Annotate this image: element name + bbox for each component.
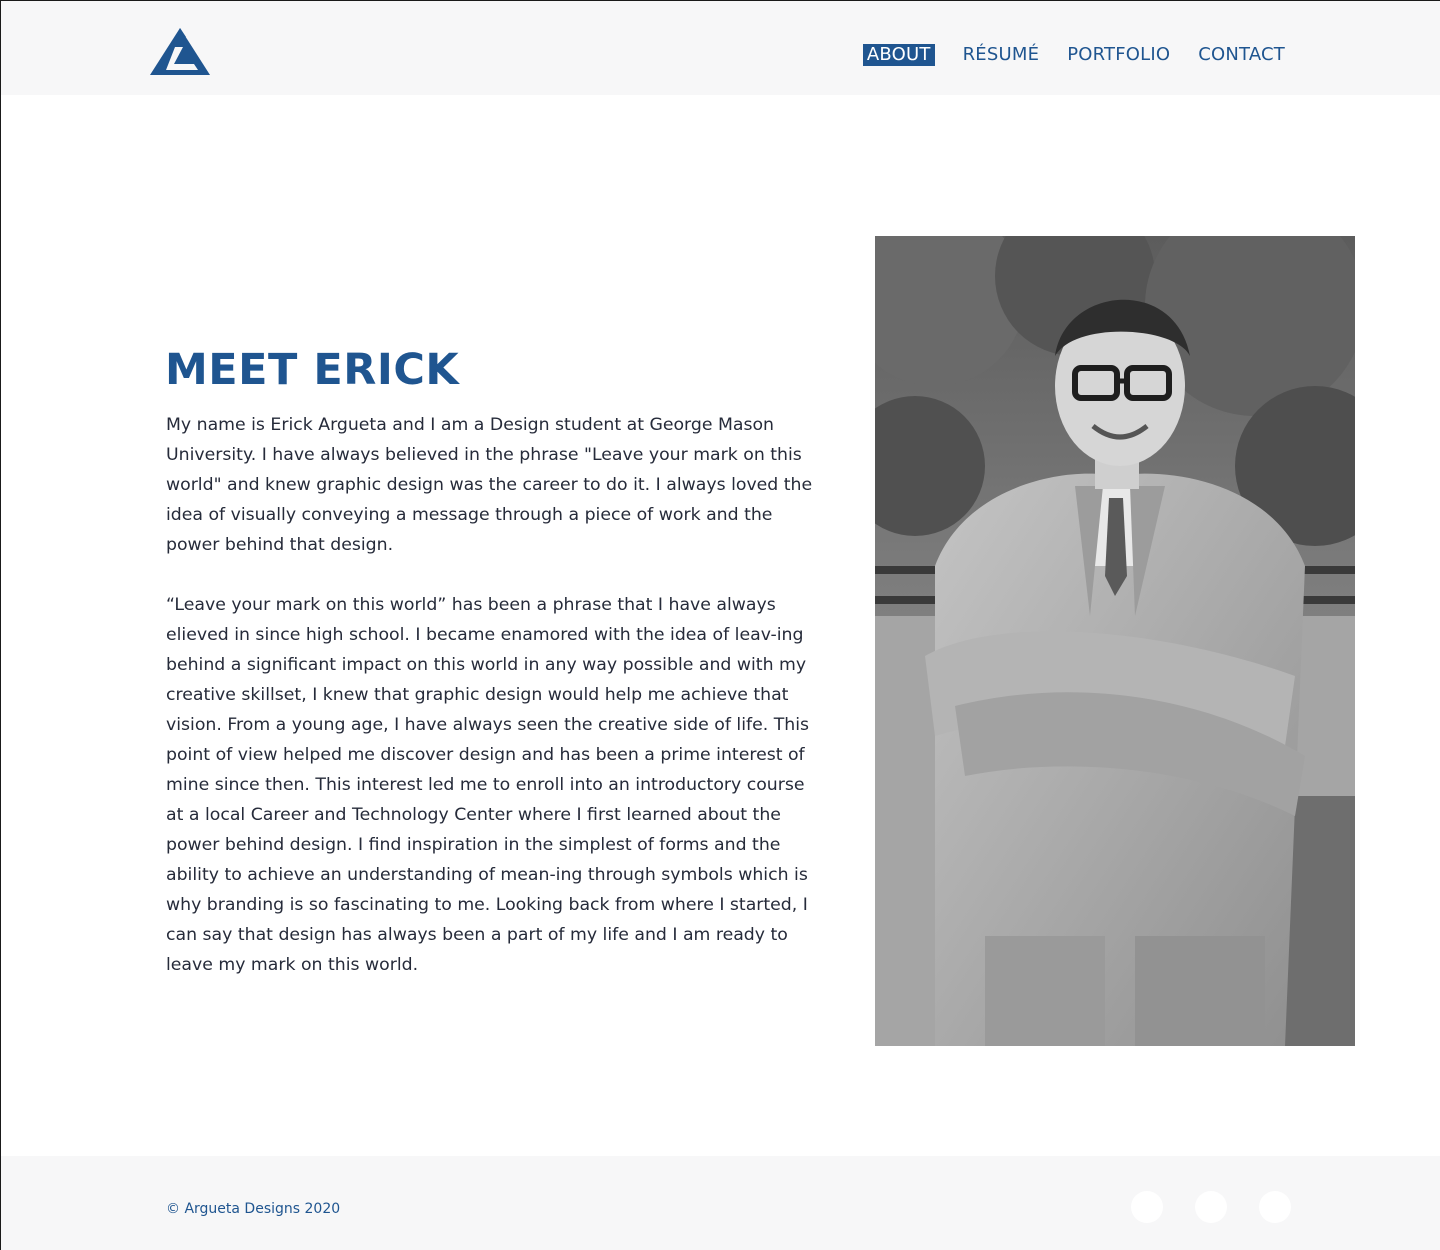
portrait-photo (875, 236, 1355, 1046)
nav-contact[interactable]: CONTACT (1194, 44, 1289, 66)
nav-resume[interactable]: RÉSUMÉ (959, 44, 1044, 66)
social-icon-3[interactable] (1259, 1191, 1291, 1223)
intro-paragraph: My name is Erick Argueta and I am a Desi… (166, 415, 813, 555)
nav-about[interactable]: ABOUT (862, 44, 935, 66)
social-icon-2[interactable] (1195, 1191, 1227, 1223)
page: ABOUT RÉSUMÉ PORTFOLIO CONTACT MEET ERIC… (0, 0, 1440, 1250)
site-header: ABOUT RÉSUMÉ PORTFOLIO CONTACT (1, 1, 1440, 95)
portrait-illustration (875, 236, 1355, 1046)
nav-portfolio[interactable]: PORTFOLIO (1063, 44, 1174, 66)
main-nav: ABOUT RÉSUMÉ PORTFOLIO CONTACT (862, 43, 1289, 67)
site-footer: © Argueta Designs 2020 (1, 1156, 1440, 1250)
social-icon-1[interactable] (1131, 1191, 1163, 1223)
page-title: MEET ERICK (165, 345, 460, 395)
story-paragraph: “Leave your mark on this world” has been… (166, 595, 810, 975)
copyright-text: © Argueta Designs 2020 (166, 1201, 341, 1217)
argueta-designs-logo-icon[interactable] (149, 27, 211, 77)
